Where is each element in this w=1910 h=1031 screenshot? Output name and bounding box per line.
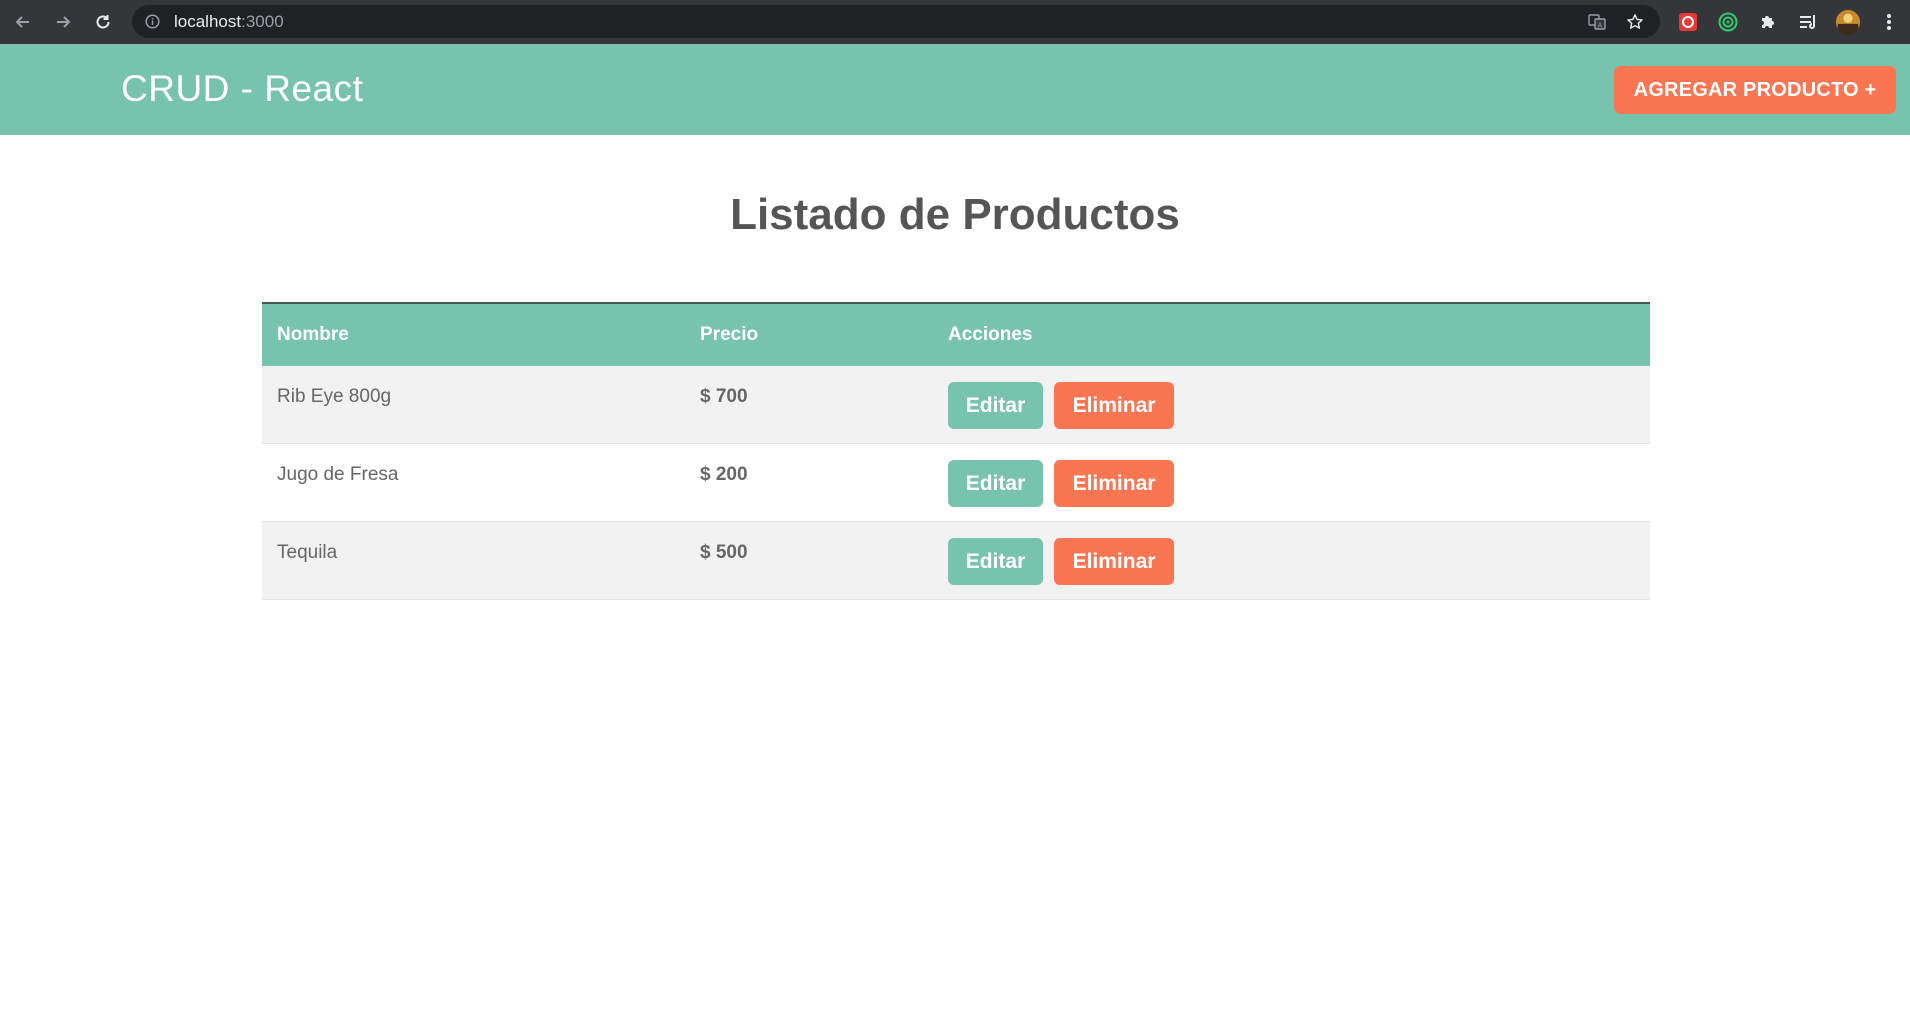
product-price: $ 700 — [700, 386, 748, 407]
browser-toolbar: localhost:3000 A — [0, 0, 1910, 44]
table-row: Rib Eye 800g $ 700 Editar Eliminar — [262, 366, 1650, 444]
column-header-name: Nombre — [277, 324, 349, 345]
column-header-actions: Acciones — [948, 324, 1033, 345]
forward-icon[interactable] — [49, 8, 77, 36]
edit-button[interactable]: Editar — [948, 538, 1043, 585]
translate-icon[interactable]: A — [1587, 12, 1607, 32]
url-host: localhost — [174, 12, 242, 31]
address-bar[interactable]: localhost:3000 A — [132, 5, 1660, 38]
url-text: localhost:3000 — [174, 12, 284, 32]
table-header: Nombre Precio Acciones — [262, 304, 1650, 366]
reload-icon[interactable] — [89, 8, 117, 36]
product-price: $ 500 — [700, 542, 748, 563]
delete-button[interactable]: Eliminar — [1054, 538, 1174, 585]
menu-kebab-icon[interactable] — [1876, 9, 1902, 35]
info-icon[interactable] — [144, 13, 161, 30]
brand-title[interactable]: CRUD - React — [121, 68, 363, 110]
column-header-price: Precio — [700, 324, 759, 345]
profile-avatar-icon[interactable] — [1835, 9, 1861, 35]
delete-button[interactable]: Eliminar — [1054, 460, 1174, 507]
table-row: Jugo de Fresa $ 200 Editar Eliminar — [262, 444, 1650, 522]
product-name: Rib Eye 800g — [277, 386, 392, 407]
bookmark-star-icon[interactable] — [1625, 12, 1645, 32]
svg-text:A: A — [1598, 22, 1603, 30]
product-name: Tequila — [277, 542, 338, 563]
url-port: :3000 — [241, 12, 284, 31]
product-price: $ 200 — [700, 464, 748, 485]
back-icon[interactable] — [9, 8, 37, 36]
add-product-button[interactable]: AGREGAR PRODUCTO + — [1614, 66, 1896, 114]
reading-list-icon[interactable] — [1795, 9, 1821, 35]
table-row: Tequila $ 500 Editar Eliminar — [262, 522, 1650, 600]
extensions-puzzle-icon[interactable] — [1755, 9, 1781, 35]
app-header: CRUD - React AGREGAR PRODUCTO + — [0, 44, 1910, 135]
extension-red-icon[interactable] — [1675, 9, 1701, 35]
product-name: Jugo de Fresa — [277, 464, 399, 485]
edit-button[interactable]: Editar — [948, 460, 1043, 507]
products-table: Nombre Precio Acciones Rib Eye 800g $ 70… — [262, 302, 1650, 600]
page-title: Listado de Productos — [730, 190, 1180, 239]
edit-button[interactable]: Editar — [948, 382, 1043, 429]
extension-target-icon[interactable] — [1715, 9, 1741, 35]
delete-button[interactable]: Eliminar — [1054, 382, 1174, 429]
